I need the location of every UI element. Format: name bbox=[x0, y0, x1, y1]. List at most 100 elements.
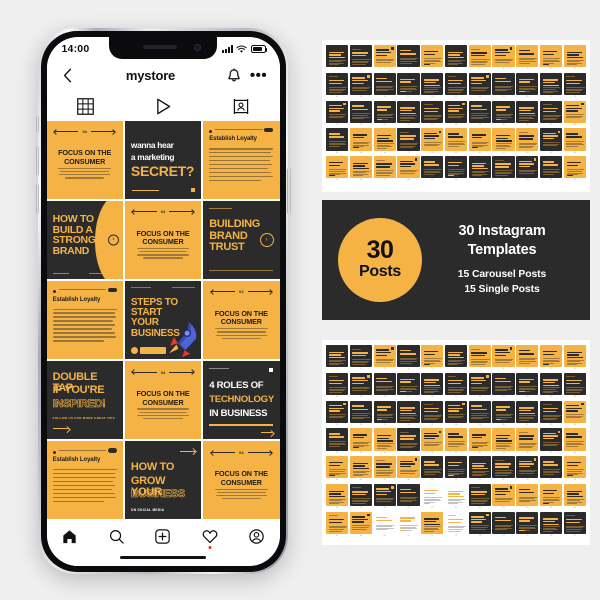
template-thumbnail[interactable]: 32 bbox=[540, 100, 563, 127]
template-thumbnail[interactable]: 40 bbox=[468, 428, 491, 454]
template-thumbnail[interactable]: 29 bbox=[468, 400, 491, 427]
template-thumbnail[interactable]: 67 bbox=[326, 511, 349, 538]
template-thumbnail[interactable]: 52 bbox=[492, 456, 515, 482]
template-thumbnail[interactable]: 1 bbox=[326, 345, 349, 371]
template-thumbnail[interactable]: 33 bbox=[563, 400, 586, 427]
template-thumbnail[interactable]: 30 bbox=[492, 400, 515, 427]
template-thumbnail[interactable]: 55 bbox=[563, 456, 586, 482]
template-thumbnail[interactable]: 77 bbox=[563, 511, 586, 538]
template-thumbnail[interactable]: 21 bbox=[540, 372, 563, 399]
template-thumbnail[interactable]: 37 bbox=[397, 128, 420, 154]
template-thumbnail[interactable]: 50 bbox=[444, 156, 468, 182]
template-thumbnail[interactable]: 12 bbox=[326, 372, 349, 399]
template-thumbnail[interactable]: 34 bbox=[326, 428, 349, 454]
template-thumbnail[interactable]: 11 bbox=[563, 345, 586, 371]
cta-badge[interactable] bbox=[130, 346, 166, 354]
template-thumbnail[interactable]: 53 bbox=[516, 456, 539, 482]
template-thumbnail[interactable]: 36 bbox=[373, 128, 396, 154]
template-thumbnail[interactable]: 9 bbox=[516, 45, 539, 71]
template-thumbnail[interactable]: 46 bbox=[349, 456, 372, 482]
template-thumbnail[interactable]: 10 bbox=[540, 345, 563, 371]
template-thumbnail[interactable]: 11 bbox=[563, 45, 586, 71]
template-thumbnail[interactable]: 46 bbox=[349, 156, 372, 182]
tab-grid[interactable] bbox=[47, 98, 125, 115]
template-thumbnail[interactable]: 14 bbox=[373, 72, 396, 99]
grid-post-14[interactable]: HOW TO GROW YOUR BUSINESS ON SOCIAL MEDI… bbox=[124, 441, 202, 520]
nav-activity[interactable] bbox=[186, 529, 233, 549]
nav-create[interactable] bbox=[140, 528, 187, 544]
template-thumbnail[interactable]: 76 bbox=[540, 511, 563, 538]
template-thumbnail[interactable]: 65 bbox=[540, 483, 563, 510]
template-thumbnail[interactable]: 1 bbox=[326, 45, 349, 71]
grid-post-1[interactable]: 04 FOCUS ON THE CONSUMER bbox=[46, 120, 123, 199]
template-thumbnail[interactable]: 50 bbox=[444, 456, 468, 482]
template-thumbnail[interactable]: 7 bbox=[468, 345, 491, 371]
template-thumbnail[interactable]: 6 bbox=[444, 45, 468, 71]
template-thumbnail[interactable]: 38 bbox=[421, 128, 444, 154]
tab-reels[interactable] bbox=[124, 98, 202, 115]
template-thumbnail[interactable]: 60 bbox=[421, 483, 444, 510]
nav-home[interactable] bbox=[47, 529, 94, 544]
template-thumbnail[interactable]: 66 bbox=[563, 483, 586, 510]
template-thumbnail[interactable]: 27 bbox=[421, 100, 444, 127]
template-thumbnail[interactable]: 5 bbox=[421, 45, 444, 71]
back-chevron-icon[interactable] bbox=[59, 67, 77, 85]
template-thumbnail[interactable]: 69 bbox=[373, 511, 396, 538]
more-options-icon[interactable]: ••• bbox=[250, 67, 268, 85]
template-thumbnail[interactable]: 18 bbox=[468, 372, 491, 399]
grid-post-6[interactable]: BUILDING BRAND TRUST › bbox=[203, 200, 280, 279]
grid-post-2[interactable]: wanna hear a marketing SECRET? bbox=[124, 120, 202, 199]
template-thumbnail[interactable]: 19 bbox=[492, 72, 515, 99]
template-thumbnail[interactable]: 49 bbox=[421, 156, 444, 182]
template-thumbnail[interactable]: 45 bbox=[326, 156, 349, 182]
grid-post-4[interactable]: HOW TO BUILD A STRONG BRAND › bbox=[46, 200, 123, 279]
template-thumbnail[interactable]: 25 bbox=[373, 400, 396, 427]
template-thumbnail[interactable]: 4 bbox=[397, 345, 420, 371]
template-thumbnail[interactable]: 34 bbox=[326, 128, 349, 154]
template-thumbnail[interactable]: 21 bbox=[540, 72, 563, 99]
mute-switch[interactable] bbox=[36, 116, 39, 133]
template-thumbnail[interactable]: 49 bbox=[421, 456, 444, 482]
template-thumbnail[interactable]: 45 bbox=[326, 456, 349, 482]
template-thumbnail[interactable]: 23 bbox=[326, 100, 349, 127]
tab-tagged[interactable] bbox=[202, 98, 280, 115]
template-thumbnail[interactable]: 37 bbox=[397, 428, 420, 454]
template-thumbnail[interactable]: 43 bbox=[540, 428, 563, 454]
template-thumbnail[interactable]: 25 bbox=[373, 100, 396, 127]
template-thumbnail[interactable]: 39 bbox=[444, 128, 468, 154]
template-thumbnail[interactable]: 47 bbox=[373, 156, 396, 182]
power-button[interactable] bbox=[287, 168, 291, 214]
template-thumbnail[interactable]: 5 bbox=[421, 345, 444, 371]
nav-search[interactable] bbox=[93, 529, 140, 544]
template-thumbnail[interactable]: 16 bbox=[421, 372, 444, 399]
template-thumbnail[interactable]: 58 bbox=[373, 483, 396, 510]
template-thumbnail[interactable]: 63 bbox=[492, 483, 515, 510]
template-thumbnail[interactable]: 54 bbox=[540, 156, 563, 182]
template-thumbnail[interactable]: 71 bbox=[421, 511, 444, 538]
template-thumbnail[interactable]: 18 bbox=[468, 72, 491, 99]
template-thumbnail[interactable]: 35 bbox=[349, 428, 372, 454]
template-thumbnail[interactable]: 47 bbox=[373, 456, 396, 482]
template-thumbnail[interactable]: 29 bbox=[468, 100, 491, 127]
template-thumbnail[interactable]: 15 bbox=[397, 72, 420, 99]
template-thumbnail[interactable]: 55 bbox=[563, 156, 586, 182]
next-chevron-icon[interactable]: › bbox=[259, 232, 274, 247]
template-thumbnail[interactable]: 22 bbox=[563, 372, 586, 399]
template-thumbnail[interactable]: 13 bbox=[349, 72, 372, 99]
template-thumbnail[interactable]: 13 bbox=[349, 372, 372, 399]
template-thumbnail[interactable]: 36 bbox=[373, 428, 396, 454]
template-thumbnail[interactable]: 54 bbox=[540, 456, 563, 482]
template-thumbnail[interactable]: 64 bbox=[516, 483, 539, 510]
template-thumbnail[interactable]: 39 bbox=[444, 428, 468, 454]
template-thumbnail[interactable]: 17 bbox=[444, 72, 468, 99]
template-thumbnail[interactable]: 26 bbox=[397, 100, 420, 127]
template-thumbnail[interactable]: 28 bbox=[444, 400, 468, 427]
volume-up-button[interactable] bbox=[35, 146, 39, 176]
template-thumbnail[interactable]: 56 bbox=[326, 483, 349, 510]
grid-post-8[interactable]: STEPS TO START YOUR BUSINESS bbox=[124, 280, 202, 360]
template-thumbnail[interactable]: 44 bbox=[563, 128, 586, 154]
template-thumbnail[interactable]: 35 bbox=[349, 128, 372, 154]
template-thumbnail[interactable]: 27 bbox=[421, 400, 444, 427]
template-thumbnail[interactable]: 52 bbox=[492, 156, 515, 182]
template-thumbnail[interactable]: 73 bbox=[468, 511, 491, 538]
